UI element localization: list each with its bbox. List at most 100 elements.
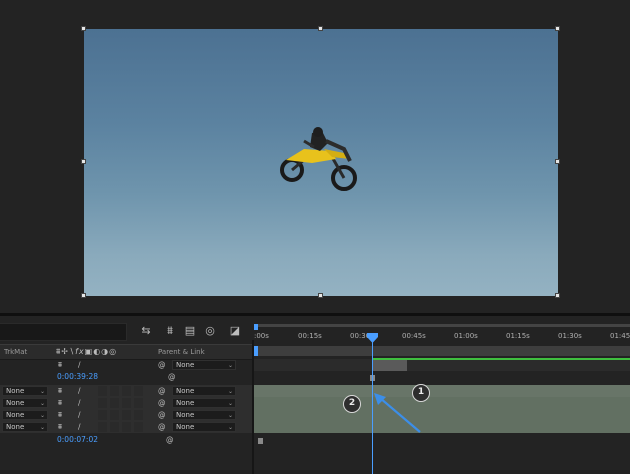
trkmat-dropdown[interactable]: None ⌄ [2, 398, 48, 408]
switch-cell[interactable] [110, 398, 119, 408]
quality-switch-icon[interactable]: ∕ [78, 385, 81, 397]
keyframe-marker[interactable] [258, 438, 263, 444]
motocross-rider-image [280, 127, 357, 191]
playhead-head-icon[interactable] [367, 333, 378, 343]
timeline-track[interactable] [254, 359, 630, 371]
layer-row[interactable]: None ⌄ ⩩ ∕ @ None ⌄ [0, 409, 252, 421]
switch-cell[interactable] [122, 386, 131, 396]
transform-handle-b[interactable] [318, 293, 323, 298]
switch-cell[interactable] [122, 410, 131, 420]
pick-whip-icon[interactable]: @ [158, 409, 166, 421]
layer-duration-bar-green [373, 358, 630, 360]
ruler-tick-label: 00:15s [298, 332, 322, 340]
time-ruler[interactable]: :00s 00:15s 00:30s 00:45s 01:00s 01:15s … [254, 324, 630, 344]
chevron-down-icon: ⌄ [39, 400, 45, 407]
switch-cell[interactable] [98, 386, 107, 396]
parent-dropdown[interactable]: None ⌄ [172, 398, 236, 408]
panel-divider [0, 313, 630, 316]
composition-flowchart-icon[interactable]: ⇆ [139, 324, 153, 338]
pick-whip-icon[interactable]: @ [158, 421, 166, 433]
transform-handle-tr[interactable] [555, 26, 560, 31]
layer-bar[interactable] [373, 360, 407, 371]
layer-row[interactable]: ⩩ ∕ @ None ⌄ [0, 359, 252, 371]
work-area-bar[interactable] [254, 346, 630, 356]
trkmat-dropdown[interactable]: None ⌄ [2, 410, 48, 420]
chevron-down-icon: ⌄ [39, 412, 45, 419]
switch-cell[interactable] [98, 410, 107, 420]
timeline-track[interactable] [254, 385, 630, 397]
callout-badge: 2 [343, 395, 361, 413]
switch-cell[interactable] [110, 422, 119, 432]
footage-layer[interactable] [81, 26, 560, 298]
zoom-start-handle[interactable] [254, 324, 258, 330]
parent-dropdown[interactable]: None ⌄ [172, 360, 236, 370]
shy-switch-icon[interactable]: ⩩ [58, 397, 62, 409]
parent-dropdown[interactable]: None ⌄ [172, 386, 236, 396]
graph-editor-icon[interactable]: ◪ [228, 324, 242, 338]
ruler-tick-label: 01:15s [506, 332, 530, 340]
transform-handle-t[interactable] [318, 26, 323, 31]
shy-switch-icon[interactable]: ⩩ [58, 409, 62, 421]
shy-switch-icon[interactable]: ⩩ [58, 385, 62, 397]
timeline-track[interactable] [254, 421, 630, 433]
switch-cell[interactable] [134, 410, 143, 420]
transform-handle-l[interactable] [81, 159, 86, 164]
work-area-start-handle[interactable] [254, 346, 258, 356]
layer-row[interactable]: None ⌄ ⩩ ∕ @ None ⌄ [0, 421, 252, 433]
switch-cell[interactable] [134, 422, 143, 432]
link-icon: @ [166, 435, 174, 444]
layer-time[interactable]: 0:00:39:28 [57, 371, 98, 383]
shy-layers-icon[interactable]: ⩩ [163, 324, 177, 338]
transform-handle-bl[interactable] [81, 293, 86, 298]
layer-duration-row: 0:00:39:28 @ [0, 371, 252, 383]
switch-cell[interactable] [110, 410, 119, 420]
chevron-down-icon: ⌄ [227, 388, 233, 395]
transform-handle-r[interactable] [555, 159, 560, 164]
composition-viewer[interactable] [0, 0, 630, 312]
link-icon: @ [168, 372, 176, 381]
pick-whip-icon[interactable]: @ [158, 385, 166, 397]
layer-columns-header: TrkMat ⩩✢∖fx▣◐◑◎ Parent & Link [0, 344, 252, 360]
chevron-down-icon: ⌄ [227, 400, 233, 407]
quality-switch-icon[interactable]: ∕ [78, 397, 81, 409]
pick-whip-icon[interactable]: @ [158, 359, 166, 371]
trkmat-dropdown[interactable]: None ⌄ [2, 422, 48, 432]
switch-cell[interactable] [98, 398, 107, 408]
ruler-tick-label: 00:45s [402, 332, 426, 340]
switch-cell[interactable] [110, 386, 119, 396]
layer-row[interactable]: None ⌄ ⩩ ∕ @ None ⌄ [0, 385, 252, 397]
motion-blur-icon[interactable]: ◎ [203, 324, 217, 338]
switch-cell[interactable] [122, 398, 131, 408]
transform-handle-tl[interactable] [81, 26, 86, 31]
switch-cell[interactable] [122, 422, 131, 432]
shy-switch-icon[interactable]: ⩩ [58, 421, 62, 433]
callout-badge: 1 [412, 384, 430, 402]
trkmat-dropdown[interactable]: None ⌄ [2, 386, 48, 396]
ruler-tick-label: 01:00s [454, 332, 478, 340]
quality-switch-icon[interactable]: ∕ [78, 359, 81, 371]
ruler-tick-label: :00s [254, 332, 269, 340]
transform-handle-br[interactable] [555, 293, 560, 298]
chevron-down-icon: ⌄ [227, 362, 233, 369]
layer-search-input[interactable] [0, 323, 127, 341]
ruler-tick-label: 01:30s [558, 332, 582, 340]
quality-switch-icon[interactable]: ∕ [78, 409, 81, 421]
layer-row[interactable]: None ⌄ ⩩ ∕ @ None ⌄ [0, 397, 252, 409]
switch-cell[interactable] [98, 422, 107, 432]
parent-dropdown[interactable]: None ⌄ [172, 410, 236, 420]
timeline-track[interactable] [254, 397, 630, 409]
timeline-track[interactable] [254, 409, 630, 421]
switch-cell[interactable] [134, 398, 143, 408]
chevron-down-icon: ⌄ [227, 424, 233, 431]
chevron-down-icon: ⌄ [39, 424, 45, 431]
zoom-bar[interactable] [254, 324, 630, 327]
layer-time[interactable]: 0:00:07:02 [57, 434, 98, 446]
quality-switch-icon[interactable]: ∕ [78, 421, 81, 433]
shy-switch-icon[interactable]: ⩩ [58, 359, 62, 371]
layer-switches-icons: ⩩✢∖fx▣◐◑◎ [56, 347, 118, 356]
parent-dropdown[interactable]: None ⌄ [172, 422, 236, 432]
switch-cell[interactable] [134, 386, 143, 396]
pick-whip-icon[interactable]: @ [158, 397, 166, 409]
ruler-tick-label: 01:45 [610, 332, 630, 340]
frame-blending-icon[interactable]: ▤ [183, 324, 197, 338]
